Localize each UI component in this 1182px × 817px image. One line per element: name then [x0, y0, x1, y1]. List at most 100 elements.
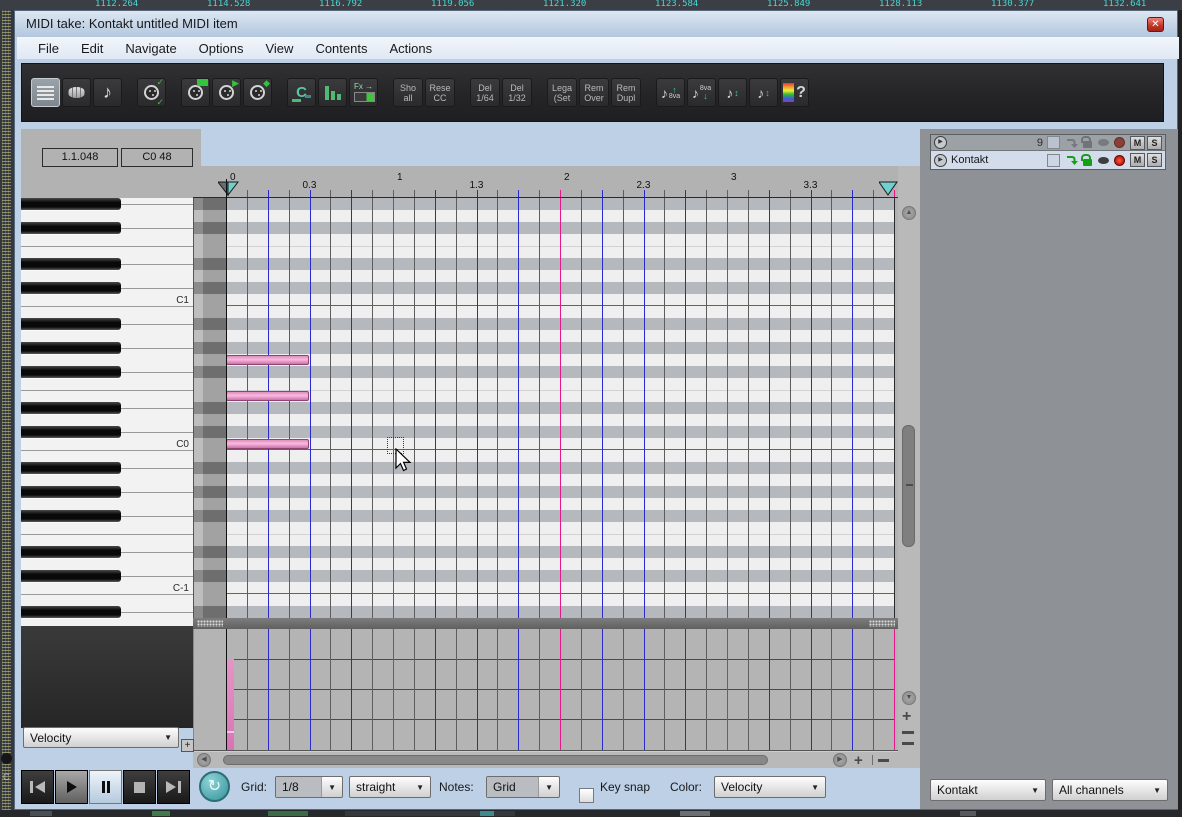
notes-dropdown[interactable]: Grid ▼ — [486, 776, 560, 798]
expand-icon[interactable]: ▶ — [934, 153, 947, 167]
loop-end-marker[interactable] — [879, 181, 899, 197]
mute-all-button[interactable]: M — [1130, 135, 1145, 150]
grid-swing-dropdown[interactable]: straight ▼ — [349, 776, 431, 798]
piano-roll-view-button[interactable] — [31, 78, 60, 107]
menu-actions[interactable]: Actions — [378, 39, 443, 58]
hzoom-out-button[interactable] — [878, 759, 889, 762]
splitter-handle-icon[interactable] — [869, 620, 895, 627]
black-key-G#-1[interactable] — [21, 486, 121, 498]
record-arm-input-icon[interactable] — [1064, 153, 1079, 167]
notation-view-button[interactable]: ♪ — [93, 78, 122, 107]
lane-splitter[interactable] — [193, 618, 898, 629]
play-button[interactable] — [55, 770, 88, 804]
vertical-scroll-thumb[interactable] — [902, 425, 915, 547]
hzoom-in-button[interactable]: + — [854, 752, 863, 769]
black-key-D#-1[interactable] — [21, 546, 121, 558]
piano-keyboard[interactable]: C1 C0 C-1 — [21, 198, 193, 636]
time-position-field[interactable]: 1.1.048 — [42, 148, 118, 167]
loop-start-marker[interactable] — [218, 181, 240, 197]
legato-set-button[interactable]: Lega (Set — [547, 78, 577, 107]
scroll-right-button[interactable]: ▶ — [833, 753, 847, 767]
note-position-field[interactable]: C0 48 — [121, 148, 193, 167]
velocity-bar-C0[interactable] — [227, 659, 234, 750]
color-mode-dropdown[interactable]: Velocity ▼ — [714, 776, 826, 798]
black-key-C#1[interactable] — [21, 282, 121, 294]
midi-tool-play-button[interactable]: ▶ — [212, 78, 241, 107]
vzoom-out-button-2[interactable] — [902, 742, 914, 745]
black-key-G#0[interactable] — [21, 342, 121, 354]
vzoom-in-button[interactable]: + — [902, 708, 911, 726]
midi-filter-button[interactable]: ✓ ✓ — [137, 77, 166, 107]
visibility-all-icon[interactable] — [1096, 136, 1111, 150]
grid-size-dropdown[interactable]: 1/8 ▼ — [275, 776, 343, 798]
horizontal-scrollbar[interactable]: ◀ ▶ + — [193, 752, 920, 769]
cc-lane-button[interactable]: C — [287, 78, 316, 107]
scroll-left-button[interactable]: ◀ — [197, 753, 211, 767]
splitter-handle-icon[interactable] — [197, 620, 223, 627]
close-button[interactable]: ✕ — [1147, 17, 1164, 32]
record-all-icon[interactable] — [1112, 136, 1127, 150]
black-key-D#1[interactable] — [21, 258, 121, 270]
go-to-end-button[interactable] — [157, 770, 190, 804]
key-snap-checkbox[interactable] — [579, 788, 594, 803]
velocity-bars-button[interactable] — [318, 78, 347, 107]
note-octave-down-button[interactable]: ♪ 8va ↓ — [687, 78, 716, 107]
fx-insert-button[interactable]: Fx → — [349, 78, 378, 107]
window-titlebar[interactable]: MIDI take: Kontakt untitled MIDI item ✕ — [15, 11, 1177, 37]
delete-1-32-button[interactable]: Del 1/32 — [502, 78, 532, 107]
record-arm-icon[interactable] — [1112, 153, 1127, 167]
menu-navigate[interactable]: Navigate — [114, 39, 187, 58]
menu-file[interactable]: File — [27, 39, 70, 58]
black-key-F#1[interactable] — [21, 222, 121, 234]
note-octave-up-button[interactable]: ♪ ↑ 8va — [656, 78, 685, 107]
track-row-kontakt[interactable]: ▶ Kontakt M S — [931, 151, 1165, 169]
menu-edit[interactable]: Edit — [70, 39, 114, 58]
scroll-down-button[interactable]: ▼ — [902, 691, 916, 705]
channel-filter-dropdown[interactable]: All channels ▼ — [1052, 779, 1168, 801]
timeline-ruler[interactable]: 0 1 2 3 0.3 1.3 2.3 3.3 — [193, 166, 898, 198]
black-key-A#-1[interactable] — [21, 462, 121, 474]
midi-note-C0[interactable] — [226, 439, 309, 449]
delete-1-64-button[interactable]: Del 1/64 — [470, 78, 500, 107]
solo-button[interactable]: S — [1147, 153, 1162, 167]
remove-overlaps-button[interactable]: Rem Over — [579, 78, 609, 107]
drum-editor-button[interactable] — [62, 78, 91, 107]
horizontal-scroll-thumb[interactable] — [223, 755, 768, 765]
note-updown-red-button[interactable]: ♪ ↕ — [749, 78, 778, 107]
black-key-D#0[interactable] — [21, 402, 121, 414]
black-key-C#-1[interactable] — [21, 570, 121, 582]
menu-options[interactable]: Options — [188, 39, 255, 58]
go-to-start-button[interactable] — [21, 770, 54, 804]
midi-note-G0[interactable] — [226, 355, 309, 365]
expand-icon[interactable]: ▶ — [934, 136, 947, 149]
record-arm-all-icon[interactable] — [1064, 136, 1079, 150]
header-checkbox[interactable] — [1047, 136, 1060, 149]
midi-note-E0[interactable] — [226, 391, 309, 401]
help-button[interactable]: ? — [780, 78, 809, 107]
vzoom-out-button[interactable] — [902, 731, 914, 734]
visibility-icon[interactable] — [1096, 153, 1111, 167]
black-key-A#0[interactable] — [21, 318, 121, 330]
midi-tool-diamond-button[interactable]: ◆ — [243, 78, 272, 107]
black-key-C#0[interactable] — [21, 426, 121, 438]
black-key-G#1[interactable] — [21, 198, 121, 210]
cc-lane-selector-dropdown[interactable]: Velocity ▼ — [23, 727, 179, 748]
remove-duplicates-button[interactable]: Rem Dupl — [611, 78, 641, 107]
add-cc-lane-button[interactable]: + — [181, 739, 194, 752]
menu-contents[interactable]: Contents — [304, 39, 378, 58]
stop-button[interactable] — [123, 770, 156, 804]
track-select-dropdown[interactable]: Kontakt ▼ — [930, 779, 1046, 801]
black-key-A#-2[interactable] — [21, 606, 121, 618]
black-key-F#0[interactable] — [21, 366, 121, 378]
menu-view[interactable]: View — [254, 39, 304, 58]
scroll-up-button[interactable]: ▲ — [902, 206, 916, 220]
velocity-lane[interactable] — [193, 629, 898, 751]
note-grid[interactable] — [193, 198, 898, 618]
mute-button[interactable]: M — [1130, 153, 1145, 167]
black-key-F#-1[interactable] — [21, 510, 121, 522]
solo-all-button[interactable]: S — [1147, 135, 1162, 150]
lock-all-icon[interactable] — [1080, 136, 1095, 150]
midi-tool-rect-button[interactable] — [181, 78, 210, 107]
repeat-button[interactable]: ↻ — [199, 771, 230, 802]
track-checkbox[interactable] — [1047, 153, 1060, 167]
